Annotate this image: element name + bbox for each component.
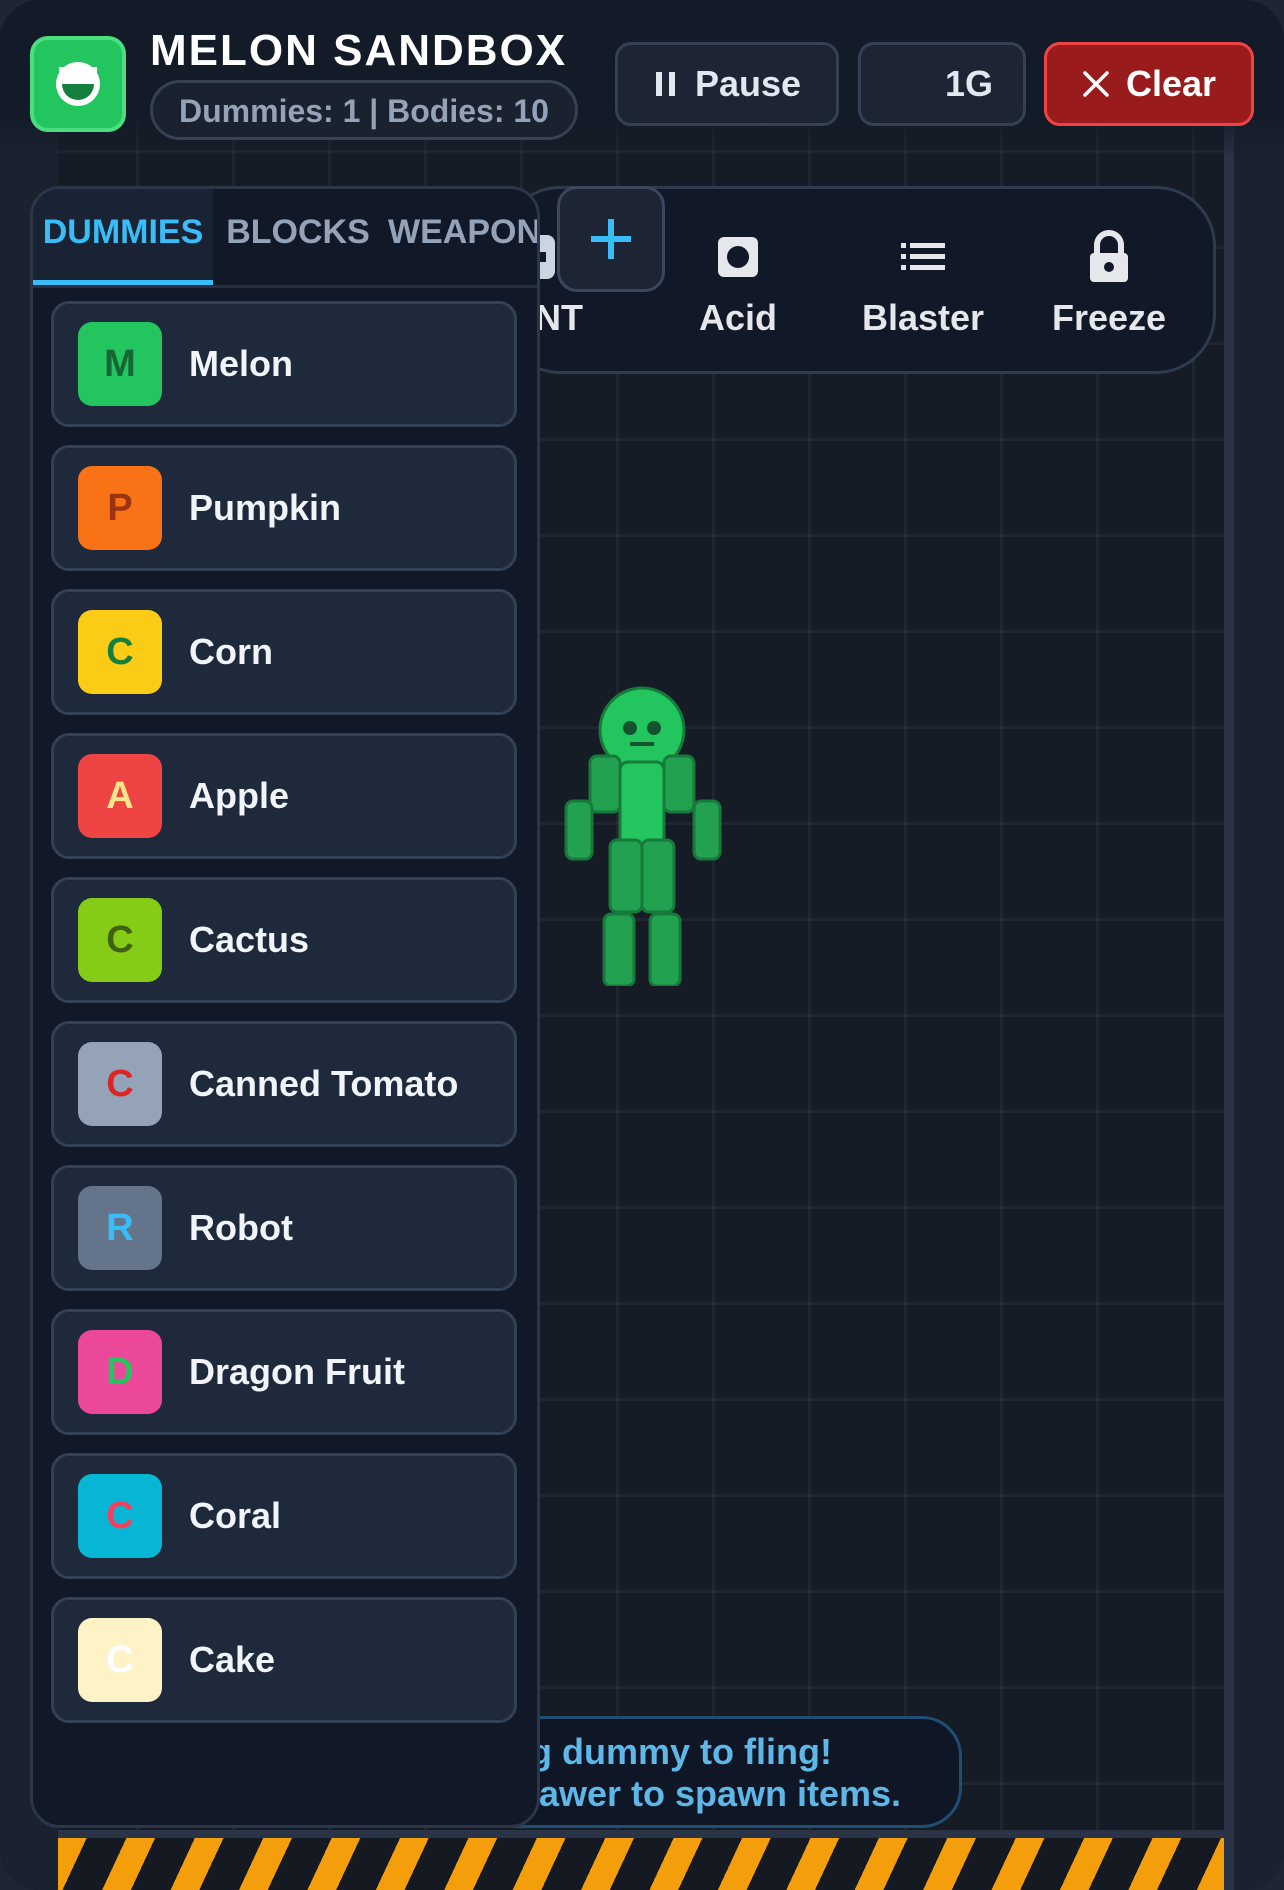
list-item-cactus[interactable]: C Cactus xyxy=(51,877,517,1003)
drawer-tabs: DUMMIES BLOCKS WEAPON xyxy=(33,189,537,288)
tool-label: Acid xyxy=(698,297,777,338)
app-logo xyxy=(30,36,126,132)
list-item-corn[interactable]: C Corn xyxy=(51,589,517,715)
dummy-thigh-right xyxy=(640,838,676,914)
list-item-dragon-fruit[interactable]: D Dragon Fruit xyxy=(51,1309,517,1435)
item-label: Corn xyxy=(189,631,273,672)
pause-icon xyxy=(655,72,675,96)
item-badge: M xyxy=(78,322,162,406)
item-label: Cake xyxy=(189,1639,276,1680)
list-icon xyxy=(901,243,945,270)
spawn-drawer: DUMMIES BLOCKS WEAPON M Melon P Pumpkin … xyxy=(30,186,540,1828)
pause-label: Pause xyxy=(694,63,802,104)
pause-button[interactable]: Pause xyxy=(615,42,839,126)
melon-dummy[interactable] xyxy=(560,686,730,986)
list-item-canned-tomato[interactable]: C Canned Tomato xyxy=(51,1021,517,1147)
hazard-floor xyxy=(58,1830,1224,1890)
dummy-arm-right xyxy=(692,799,722,861)
item-label: Apple xyxy=(189,775,290,816)
tab-blocks[interactable]: BLOCKS xyxy=(223,189,373,285)
dummy-arm-left xyxy=(564,799,594,861)
item-badge: C xyxy=(78,1474,162,1558)
tab-dummies[interactable]: DUMMIES xyxy=(33,189,213,285)
item-label: Robot xyxy=(189,1207,293,1248)
clear-label: Clear xyxy=(1125,63,1217,104)
tool-label: Blaster xyxy=(861,297,985,338)
item-label: Dragon Fruit xyxy=(189,1351,405,1392)
tool-freeze[interactable]: Freeze xyxy=(1019,229,1199,339)
list-item-apple[interactable]: A Apple xyxy=(51,733,517,859)
list-item-cake[interactable]: C Cake xyxy=(51,1597,517,1723)
item-badge: C xyxy=(78,1042,162,1126)
item-badge: C xyxy=(78,1618,162,1702)
item-badge: P xyxy=(78,466,162,550)
dummy-list: M Melon P Pumpkin C Corn A Apple C Cactu… xyxy=(51,301,521,1741)
list-item-robot[interactable]: R Robot xyxy=(51,1165,517,1291)
gravity-label: 1G xyxy=(944,63,993,104)
item-badge: C xyxy=(78,610,162,694)
item-label: Cactus xyxy=(189,919,310,960)
item-badge: A xyxy=(78,754,162,838)
dummy-shoulder-right xyxy=(662,754,696,814)
item-label: Canned Tomato xyxy=(189,1063,459,1104)
dummy-eye-left xyxy=(623,721,637,735)
tool-acid[interactable]: Acid xyxy=(648,229,828,339)
item-badge: R xyxy=(78,1186,162,1270)
app-title: MELON SANDBOX xyxy=(150,26,568,75)
dummy-shin-left xyxy=(602,912,636,986)
close-icon xyxy=(1083,71,1109,97)
lock-icon xyxy=(1090,230,1128,282)
top-bar: MELON SANDBOX Dummies: 1 | Bodies: 10 Pa… xyxy=(0,0,1284,160)
dummy-shoulder-left xyxy=(588,754,622,814)
item-label: Melon xyxy=(189,343,293,384)
tool-label: Freeze xyxy=(1051,297,1167,338)
melon-icon xyxy=(56,62,100,106)
item-label: Coral xyxy=(189,1495,282,1536)
dummy-thigh-left xyxy=(608,838,644,914)
list-item-pumpkin[interactable]: P Pumpkin xyxy=(51,445,517,571)
item-badge: C xyxy=(78,898,162,982)
list-item-melon[interactable]: M Melon xyxy=(51,301,517,427)
acid-icon xyxy=(718,237,758,277)
item-label: Pumpkin xyxy=(189,487,342,528)
right-wall xyxy=(1224,0,1284,1890)
gravity-button[interactable]: 1G xyxy=(858,42,1026,126)
tool-blaster[interactable]: Blaster xyxy=(833,229,1013,339)
dummy-eye-right xyxy=(647,721,661,735)
item-badge: D xyxy=(78,1330,162,1414)
dummy-mouth xyxy=(630,742,654,746)
plus-icon xyxy=(591,219,631,259)
dummy-shin-right xyxy=(648,912,682,986)
add-tool-button[interactable] xyxy=(557,186,665,292)
stats-badge: Dummies: 1 | Bodies: 10 xyxy=(150,80,578,140)
tab-weapons[interactable]: WEAPON xyxy=(388,189,537,285)
app-frame: NT Acid Blaster Freeze Drag dummy to fli… xyxy=(0,0,1284,1890)
clear-button[interactable]: Clear xyxy=(1044,42,1254,126)
list-item-coral[interactable]: C Coral xyxy=(51,1453,517,1579)
